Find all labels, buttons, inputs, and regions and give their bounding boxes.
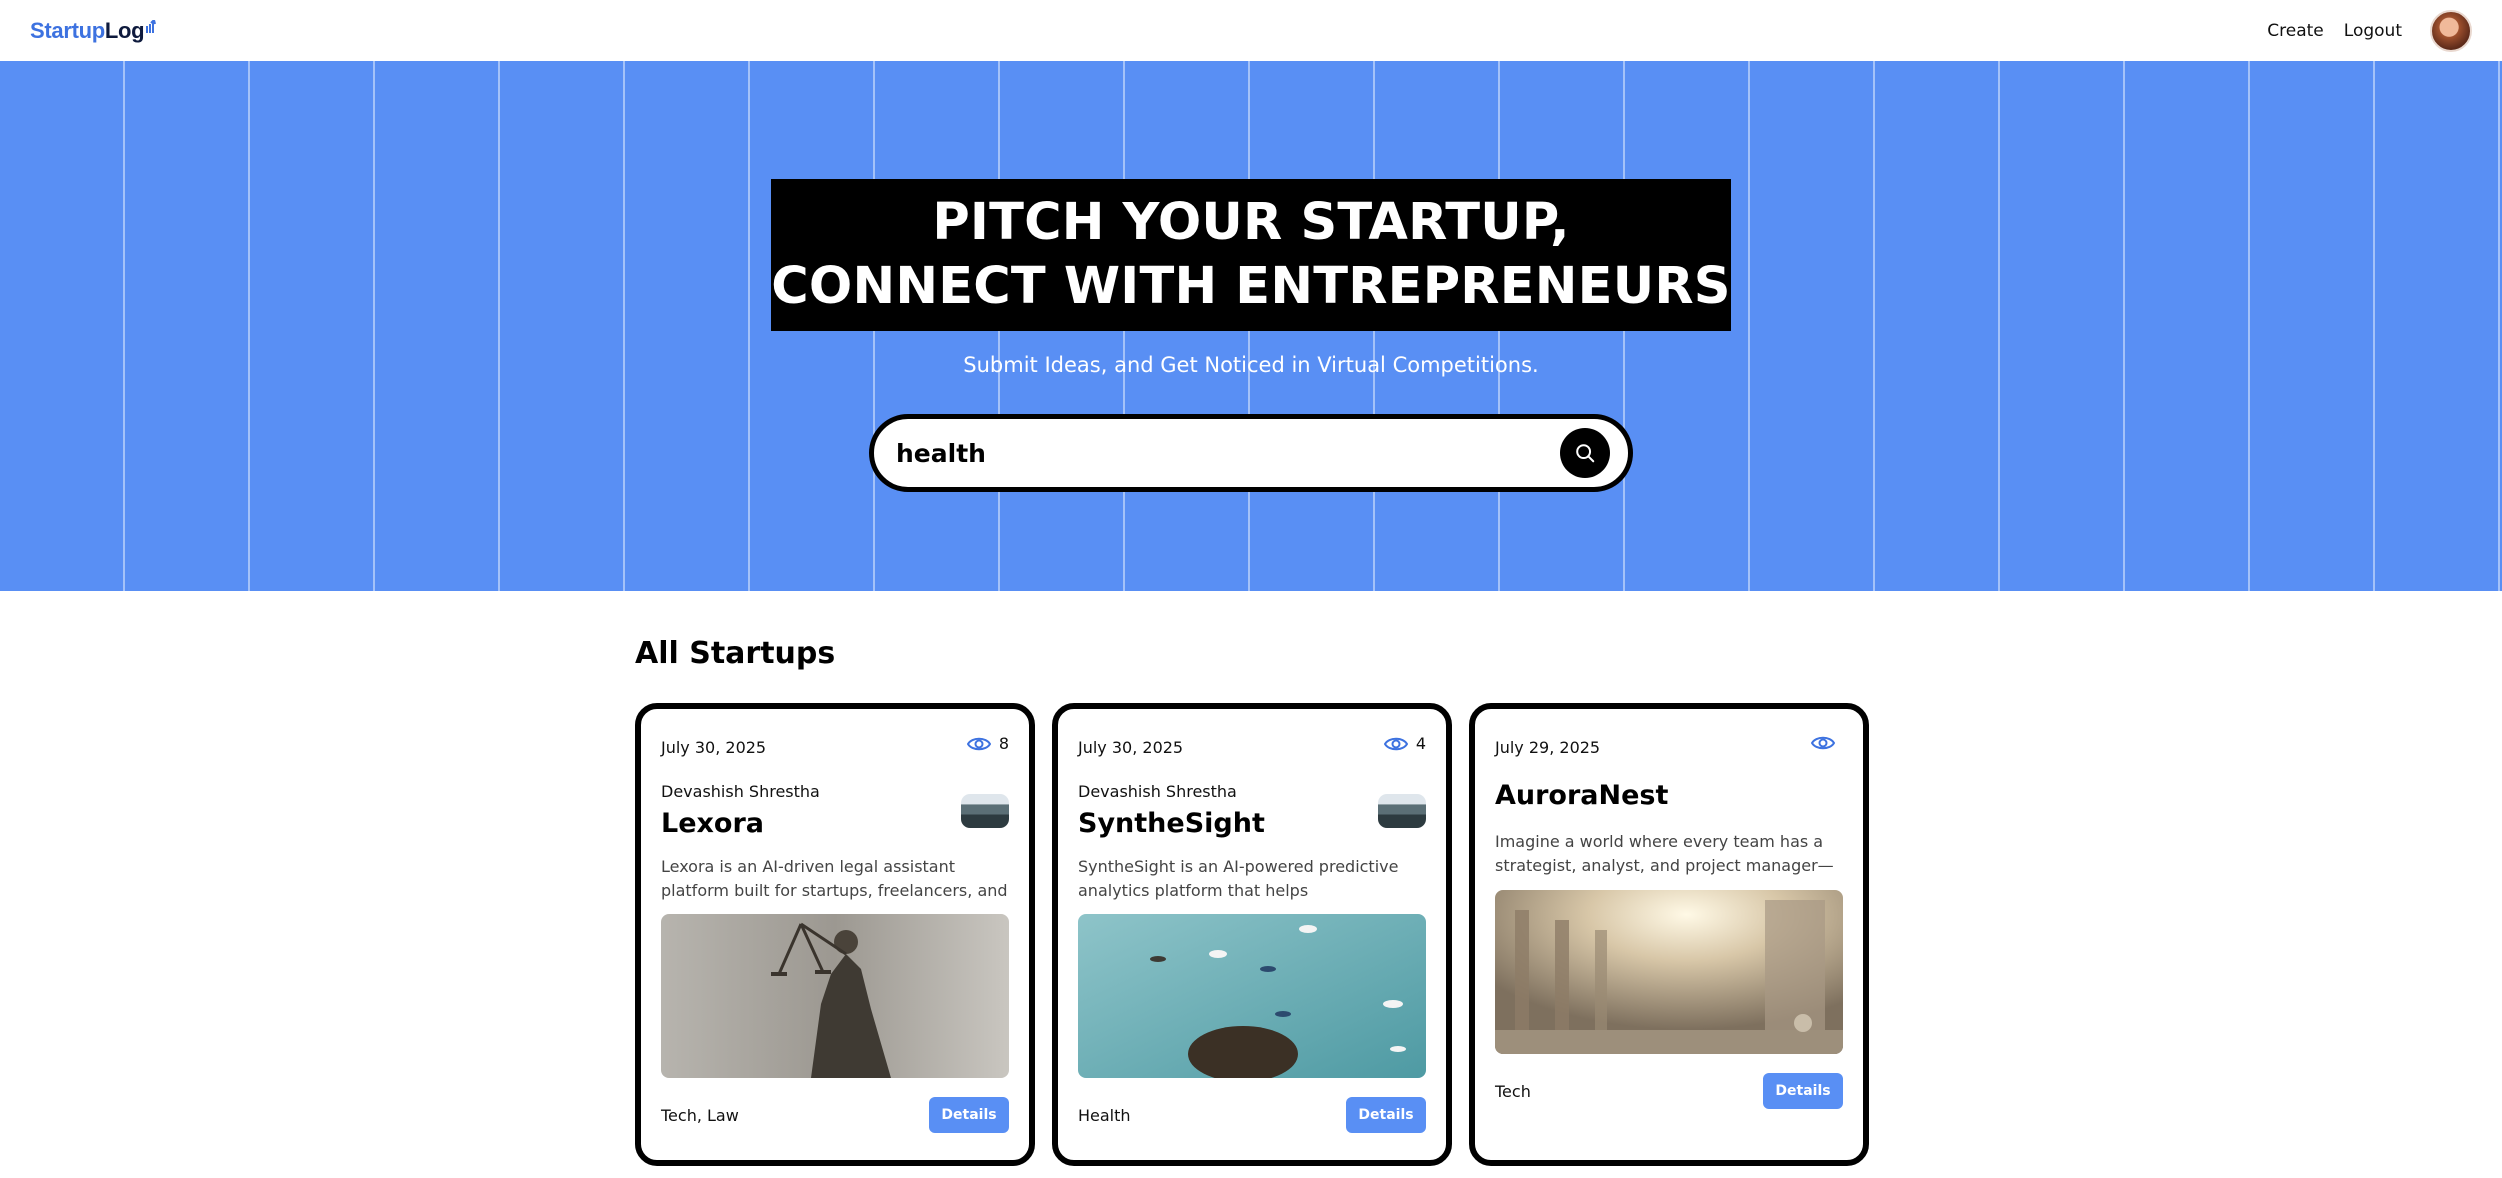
avatar[interactable] — [2430, 9, 2472, 52]
hero-headline: PITCH YOUR STARTUP, CONNECT WITH ENTREPR… — [771, 179, 1731, 331]
card-description: Lexora is an AI-driven legal assistant p… — [661, 857, 1008, 900]
hero-subheading: Submit Ideas, and Get Noticed in Virtual… — [963, 353, 1539, 377]
eye-icon — [1811, 736, 1835, 750]
logo-arrow-icon — [146, 19, 157, 33]
startup-card: July 30, 2025 4 Devashish Shrestha Synth… — [1052, 703, 1452, 1166]
details-button[interactable]: Details — [929, 1097, 1009, 1133]
search-icon — [1576, 444, 1595, 463]
hero-banner: PITCH YOUR STARTUP, CONNECT WITH ENTREPR… — [0, 61, 2502, 591]
startup-card: July 30, 2025 8 Devashish Shrestha Lexor… — [635, 703, 1035, 1166]
eye-icon — [966, 737, 991, 750]
logo-text-startup: Startup — [30, 17, 105, 43]
card-title[interactable]: Lexora — [661, 808, 764, 839]
logo[interactable]: Startup Log — [30, 17, 157, 44]
eye-icon — [1383, 737, 1408, 750]
section-title: All Startups — [635, 636, 836, 671]
details-button[interactable]: Details — [1346, 1097, 1426, 1133]
views-count: 8 — [998, 734, 1009, 753]
logo-text-log: Log — [104, 17, 145, 43]
logout-link[interactable]: Logout — [2344, 21, 2402, 41]
create-link[interactable]: Create — [2267, 21, 2324, 41]
card-date: July 30, 2025 — [661, 738, 767, 757]
card-category[interactable]: Tech, Law — [661, 1106, 739, 1125]
card-title[interactable]: SyntheSight — [1078, 808, 1265, 839]
card-title[interactable]: AuroraNest — [1495, 780, 1668, 811]
headline-line-1: PITCH YOUR STARTUP, — [932, 193, 1570, 252]
author-thumbnail[interactable] — [961, 794, 1009, 828]
details-button[interactable]: Details — [1763, 1073, 1843, 1109]
card-author[interactable]: Devashish Shrestha — [1078, 782, 1237, 801]
views-count: 4 — [1415, 734, 1426, 753]
card-description: SyntheSight is an AI-powered predictive … — [1078, 857, 1399, 900]
card-description: Imagine a world where every team has a s… — [1495, 832, 1834, 875]
card-views — [1811, 734, 1843, 752]
nav-actions: Create Logout — [2267, 9, 2472, 52]
lady-justice-statue-image[interactable] — [661, 914, 1009, 1078]
author-thumbnail[interactable] — [1378, 794, 1426, 828]
navbar: Startup Log Create Logout — [0, 0, 2502, 61]
card-date: July 30, 2025 — [1078, 738, 1184, 757]
sunlit-city-street-image[interactable] — [1495, 890, 1843, 1054]
card-date: July 29, 2025 — [1495, 738, 1601, 757]
headline-line-2: CONNECT WITH ENTREPRENEURS — [771, 257, 1731, 316]
card-category[interactable]: Health — [1078, 1106, 1131, 1125]
card-author[interactable]: Devashish Shrestha — [661, 782, 820, 801]
card-category[interactable]: Tech — [1495, 1082, 1531, 1101]
card-views: 4 — [1383, 734, 1426, 753]
search-input[interactable]: health — [896, 439, 986, 468]
startup-card: July 29, 2025 AuroraNest Imagine a world… — [1469, 703, 1869, 1166]
search-form: health — [869, 414, 1633, 492]
boats-aerial-ocean-image[interactable] — [1078, 914, 1426, 1078]
search-button[interactable] — [1560, 428, 1610, 478]
card-views: 8 — [966, 734, 1009, 753]
